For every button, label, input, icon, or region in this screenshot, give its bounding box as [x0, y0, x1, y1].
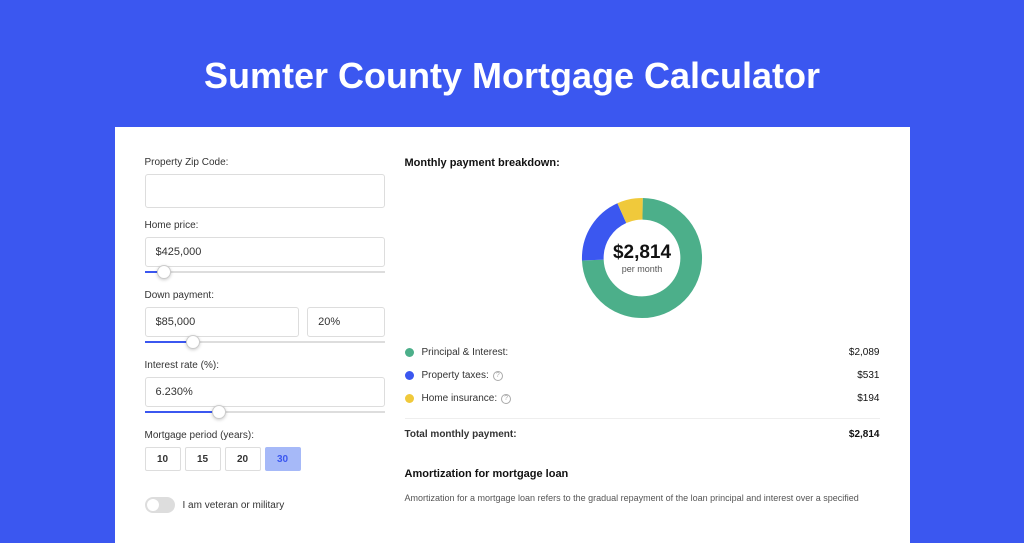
- down-payment-pct-input[interactable]: [307, 307, 384, 337]
- period-button-10[interactable]: 10: [145, 447, 181, 471]
- home-price-input[interactable]: [145, 237, 385, 267]
- toggle-knob: [147, 499, 159, 511]
- zip-input[interactable]: [145, 174, 385, 208]
- interest-label: Interest rate (%):: [145, 360, 385, 371]
- donut-chart: $2,814 per month: [405, 185, 880, 331]
- form-column: Property Zip Code: Home price: Down paym…: [145, 157, 385, 513]
- info-icon[interactable]: ?: [493, 371, 503, 381]
- total-value: $2,814: [849, 429, 880, 440]
- total-label: Total monthly payment:: [405, 429, 849, 440]
- amortization-text: Amortization for a mortgage loan refers …: [405, 492, 880, 505]
- amortization-card: Amortization for mortgage loan Amortizat…: [405, 456, 880, 505]
- donut-sub: per month: [613, 264, 671, 274]
- home-price-label: Home price:: [145, 220, 385, 231]
- slider-thumb[interactable]: [186, 335, 200, 349]
- results-column: Monthly payment breakdown: $2,814 per mo…: [405, 157, 880, 513]
- veteran-label: I am veteran or military: [183, 500, 285, 511]
- veteran-toggle[interactable]: [145, 497, 175, 513]
- legend-value: $194: [857, 393, 879, 404]
- period-group: 10152030: [145, 447, 385, 471]
- period-button-30[interactable]: 30: [265, 447, 301, 471]
- down-payment-label: Down payment:: [145, 290, 385, 301]
- legend-value: $531: [857, 370, 879, 381]
- interest-slider[interactable]: [145, 408, 385, 422]
- slider-thumb[interactable]: [212, 405, 226, 419]
- info-icon[interactable]: ?: [501, 394, 511, 404]
- calculator-card: Property Zip Code: Home price: Down paym…: [115, 127, 910, 543]
- legend-label: Principal & Interest:: [422, 347, 849, 358]
- interest-input[interactable]: [145, 377, 385, 407]
- donut-amount: $2,814: [613, 242, 671, 264]
- legend-label: Property taxes:?: [422, 370, 858, 381]
- legend-row: Home insurance:?$194: [405, 393, 880, 404]
- legend-dot: [405, 371, 414, 380]
- down-payment-input[interactable]: [145, 307, 300, 337]
- amortization-title: Amortization for mortgage loan: [405, 468, 880, 480]
- legend-row: Principal & Interest:$2,089: [405, 347, 880, 358]
- breakdown-title: Monthly payment breakdown:: [405, 157, 880, 169]
- period-button-15[interactable]: 15: [185, 447, 221, 471]
- down-payment-slider[interactable]: [145, 338, 385, 352]
- donut-center: $2,814 per month: [613, 242, 671, 274]
- legend-label: Home insurance:?: [422, 393, 858, 404]
- legend-row: Property taxes:?$531: [405, 370, 880, 381]
- home-price-slider[interactable]: [145, 268, 385, 282]
- legend-dot: [405, 348, 414, 357]
- period-label: Mortgage period (years):: [145, 430, 385, 441]
- legend-total: Total monthly payment:$2,814: [405, 418, 880, 440]
- legend: Principal & Interest:$2,089 Property taxe…: [405, 347, 880, 440]
- legend-dot: [405, 394, 414, 403]
- period-button-20[interactable]: 20: [225, 447, 261, 471]
- zip-label: Property Zip Code:: [145, 157, 385, 168]
- page-title: Sumter County Mortgage Calculator: [204, 55, 820, 97]
- legend-value: $2,089: [849, 347, 880, 358]
- slider-thumb[interactable]: [157, 265, 171, 279]
